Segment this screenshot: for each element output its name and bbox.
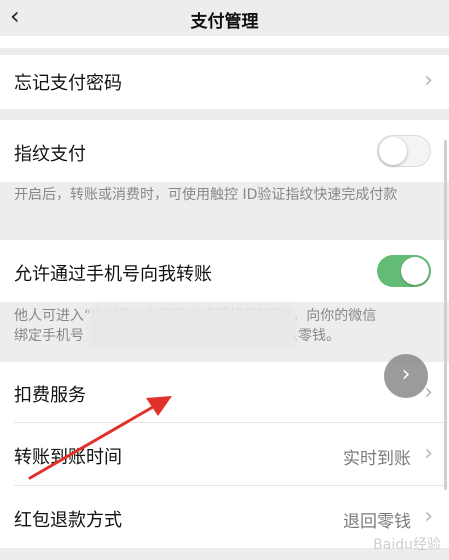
annotation-arrow-icon xyxy=(28,396,172,480)
watermark-logo: Baidu经验 xyxy=(373,537,441,553)
